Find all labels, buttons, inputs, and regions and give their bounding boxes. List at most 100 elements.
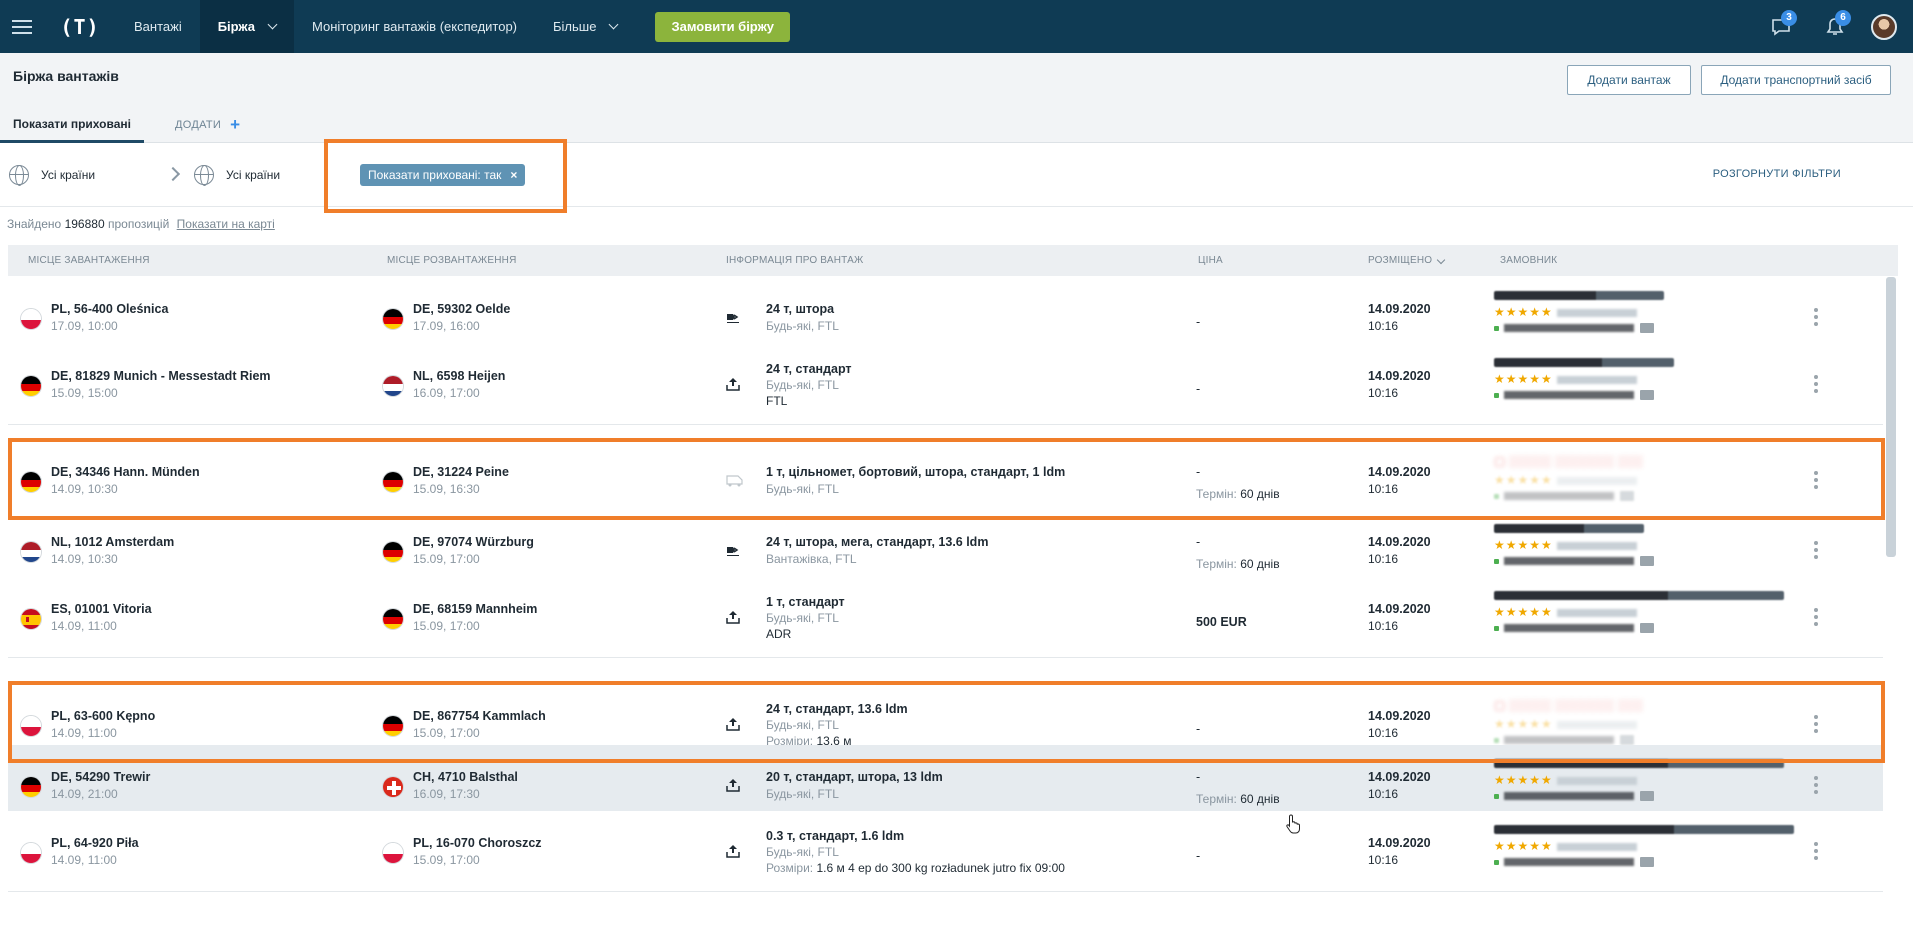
nav-item-monitoring[interactable]: Моніторинг вантажів (експедитор) <box>294 0 535 53</box>
loading-cell: DE, 34346 Hann. Münden 14.09, 10:30 <box>8 440 368 521</box>
avatar[interactable] <box>1871 13 1897 40</box>
price: - <box>1196 722 1201 736</box>
flag-de-icon <box>382 471 404 493</box>
show-on-map-link[interactable]: Показати на карті <box>177 217 275 231</box>
customer-info[interactable]: ★★★★★ <box>1494 358 1804 414</box>
unloading-cell: DE, 68159 Mannheim 15.09, 17:00 <box>368 577 708 658</box>
unloading-cell: DE, 31224 Peine 15.09, 16:30 <box>368 440 708 521</box>
active-filter-chip[interactable]: Показати приховані: так × <box>360 164 526 186</box>
posted-date: 14.09.2020 <box>1368 535 1431 549</box>
more-options-icon[interactable] <box>1814 375 1818 393</box>
nav-item-cargo[interactable]: Вантажі <box>116 0 200 53</box>
cargo-summary: 0.3 т, стандарт, 1.6 ldm <box>766 829 905 843</box>
truck-side-icon <box>726 543 740 557</box>
cargo-extra-label: Розміри: <box>766 861 814 875</box>
more-options-icon[interactable] <box>1814 776 1818 794</box>
loading-place: PL, 56-400 Oleśnica <box>51 302 169 316</box>
customer-info[interactable]: ★★★★★ <box>1494 591 1804 647</box>
nav-item-more-label: Більше <box>553 19 597 34</box>
cargo-summary: 20 т, стандарт, штора, 13 ldm <box>766 770 943 784</box>
scrollbar[interactable] <box>1886 277 1896 557</box>
globe-icon <box>194 165 214 186</box>
more-options-icon[interactable] <box>1814 842 1818 860</box>
table-row[interactable]: ES, 01001 Vitoria 14.09, 11:00 DE, 68159… <box>8 577 1883 658</box>
results-count: 196880 <box>64 217 105 231</box>
unloading-date: 16.09, 17:30 <box>413 787 480 801</box>
close-icon[interactable]: × <box>510 168 517 182</box>
notification-badge: 6 <box>1835 9 1851 26</box>
table-row[interactable]: DE, 81829 Munich - Messestadt Riem 15.09… <box>8 344 1883 425</box>
customer-contact <box>1504 858 1634 866</box>
cargo-type: Будь-які, FTL <box>766 718 839 732</box>
flag-pl-icon <box>382 842 404 864</box>
cargo-summary: 24 т, стандарт <box>766 362 852 376</box>
customer-name <box>1494 591 1784 600</box>
logo[interactable]: (T) <box>44 0 116 53</box>
customer-info[interactable]: ▢ ░░░░░ ░░░░░░░ ░░░ ★★★★★ <box>1494 454 1804 510</box>
globe-icon <box>9 165 29 186</box>
upload-icon <box>726 377 740 391</box>
chat-icon[interactable]: 3 <box>1763 9 1799 42</box>
found-suffix: пропозицій <box>107 217 170 231</box>
upload-icon <box>726 844 740 858</box>
customer-info[interactable]: ★★★★★ <box>1494 291 1804 347</box>
table-row[interactable]: DE, 34346 Hann. Münden 14.09, 10:30 DE, … <box>8 440 1883 521</box>
more-options-icon[interactable] <box>1814 541 1818 559</box>
tab-add[interactable]: ДОДАТИ + <box>175 107 240 143</box>
expand-filters-link[interactable]: РОЗГОРНУТИ ФІЛЬТРИ <box>1713 168 1841 180</box>
nav-item-exchange[interactable]: Біржа <box>199 0 295 53</box>
loading-cell: DE, 81829 Munich - Messestadt Riem 15.09… <box>8 344 368 425</box>
to-country-filter[interactable]: Усі країни <box>194 165 280 186</box>
column-customer[interactable]: ЗАМОВНИК <box>1500 255 1557 266</box>
rating-stars-icon: ★★★★★ <box>1494 605 1804 619</box>
unloading-date: 15.09, 17:00 <box>413 853 480 867</box>
loading-date: 14.09, 11:00 <box>51 726 117 740</box>
term-label: Термін: <box>1196 557 1237 571</box>
tab-show-hidden[interactable]: Показати приховані <box>0 107 144 143</box>
column-price[interactable]: ЦІНА <box>1198 255 1223 266</box>
customer-contact <box>1504 736 1614 744</box>
add-cargo-button[interactable]: Додати вантаж <box>1567 65 1691 95</box>
unloading-place: DE, 31224 Peine <box>413 465 509 479</box>
more-options-icon[interactable] <box>1814 608 1818 626</box>
more-options-icon[interactable] <box>1814 471 1818 489</box>
term-value: 60 днів <box>1240 792 1280 806</box>
order-exchange-button[interactable]: Замовити біржу <box>655 11 791 42</box>
nav-item-more[interactable]: Більше <box>535 0 635 53</box>
arrow-right-icon <box>165 166 181 182</box>
flag-de-icon <box>382 608 404 630</box>
customer-info[interactable]: ★★★★★ <box>1494 825 1804 881</box>
bell-icon[interactable]: 6 <box>1817 9 1853 42</box>
from-country-filter[interactable]: Усі країни <box>9 165 95 186</box>
customer-info[interactable]: ★★★★★ <box>1494 759 1804 815</box>
cargo-type: Будь-які, FTL <box>766 787 839 801</box>
price: - <box>1196 465 1201 479</box>
column-posted[interactable]: РОЗМІЩЕНО <box>1368 255 1446 266</box>
customer-info[interactable]: ★★★★★ <box>1494 524 1804 580</box>
column-loading[interactable]: МІСЦЕ ЗАВАНТАЖЕННЯ <box>28 255 150 266</box>
unloading-date: 15.09, 17:00 <box>413 552 480 566</box>
table-row[interactable]: PL, 64-920 Piła 14.09, 11:00 PL, 16-070 … <box>8 811 1883 892</box>
tab-add-label: ДОДАТИ <box>175 119 222 131</box>
more-options-icon[interactable] <box>1814 308 1818 326</box>
column-unloading[interactable]: МІСЦЕ РОЗВАНТАЖЕННЯ <box>387 255 517 266</box>
top-right-actions: 3 6 <box>1763 0 1913 53</box>
filter-bar: Усі країни Усі країни <box>0 143 1913 207</box>
menu-icon[interactable] <box>0 0 44 53</box>
add-vehicle-button[interactable]: Додати транспортний засіб <box>1701 65 1891 95</box>
status-icon <box>1494 392 1499 398</box>
loading-place: DE, 81829 Munich - Messestadt Riem <box>51 369 271 383</box>
rating-stars-icon: ★★★★★ <box>1494 839 1804 853</box>
customer-contact <box>1504 557 1634 565</box>
cargo-extra-value: 1.6 м 4 ep do 300 kg rozładunek jutro fi… <box>816 861 1065 875</box>
flag-de-icon <box>20 471 42 493</box>
term-label: Термін: <box>1196 487 1237 501</box>
status-icon <box>1494 325 1499 331</box>
column-info[interactable]: ІНФОРМАЦІЯ ПРО ВАНТАЖ <box>726 255 863 266</box>
more-options-icon[interactable] <box>1814 715 1818 733</box>
customer-name <box>1494 825 1794 834</box>
status-icon <box>1494 737 1499 743</box>
status-icon <box>1494 859 1499 865</box>
chip-label: Показати приховані: так <box>368 168 502 182</box>
table-header: МІСЦЕ ЗАВАНТАЖЕННЯ МІСЦЕ РОЗВАНТАЖЕННЯ І… <box>8 245 1898 276</box>
